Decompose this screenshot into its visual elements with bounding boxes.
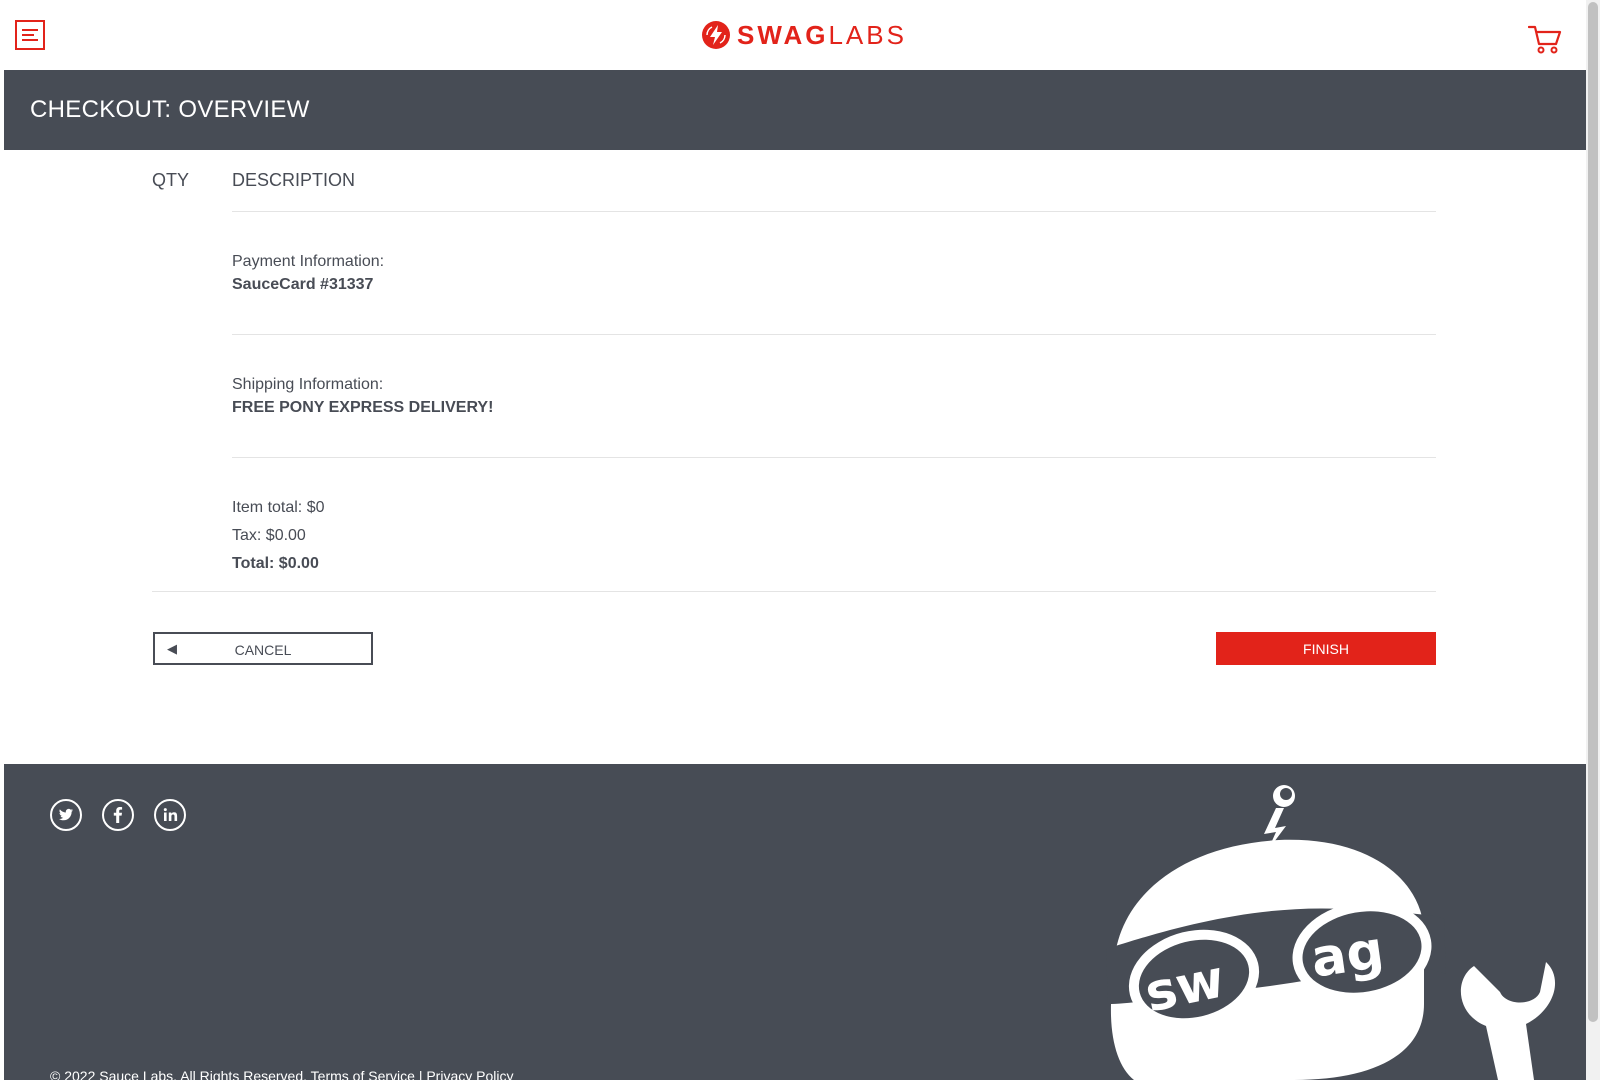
svg-text:ag: ag — [1307, 920, 1387, 989]
linkedin-icon — [163, 808, 178, 821]
payment-info-label: Payment Information: — [232, 253, 385, 270]
facebook-icon — [113, 807, 123, 823]
page-title: CHECKOUT: OVERVIEW — [30, 96, 310, 123]
checkout-actions: ◀ CANCEL FINISH — [152, 592, 1436, 712]
hamburger-menu-icon-line — [22, 34, 34, 36]
summary-totals: Item total: $0 Tax: $0.00 Total: $0.00 — [152, 458, 1436, 592]
tax-total: Tax: $0.00 — [232, 527, 306, 544]
swag-bot-footer-illustration: sw ag — [1106, 785, 1556, 1080]
swag-labs-logo-icon — [702, 21, 730, 49]
hamburger-menu-icon-line — [22, 39, 38, 41]
item-total: Item total: $0 — [232, 499, 325, 516]
shipping-info: Shipping Information: FREE PONY EXPRESS … — [232, 335, 1436, 458]
linkedin-link[interactable] — [154, 799, 186, 831]
finish-button[interactable]: FINISH — [1216, 632, 1436, 665]
qty-column-label: QTY — [152, 170, 190, 190]
shopping-cart-link[interactable] — [1527, 24, 1562, 56]
terms-of-service-link[interactable]: Terms of Service — [311, 1068, 415, 1080]
cancel-button[interactable]: ◀ CANCEL — [153, 632, 373, 665]
logo-text-swag: SWAG — [737, 20, 829, 50]
copyright-text: © 2022 Sauce Labs. All Rights Reserved. — [50, 1068, 308, 1080]
payment-info-value: SauceCard #31337 — [232, 276, 374, 293]
privacy-policy-link[interactable]: Privacy Policy — [426, 1068, 513, 1080]
grand-total: Total: $0.00 — [232, 555, 319, 572]
description-column-label: DESCRIPTION — [232, 170, 356, 190]
twitter-link[interactable] — [50, 799, 82, 831]
cancel-button-label: CANCEL — [234, 642, 292, 658]
logo-text-labs: LABS — [828, 20, 907, 50]
footer-copyright: © 2022 Sauce Labs. All Rights Reserved. … — [50, 1068, 513, 1080]
checkout-summary: QTY DESCRIPTION Payment Information: Sau… — [152, 150, 1436, 712]
shopping-cart-icon — [1527, 25, 1562, 54]
swag-labs-logo: SWAGLABS — [701, 20, 907, 50]
page-scrollbar[interactable] — [1586, 0, 1600, 1080]
payment-info: Payment Information: SauceCard #31337 — [232, 212, 1436, 335]
top-header: SWAGLABS — [4, 0, 1586, 70]
footer: sw ag © 2022 Sauce Labs. All Rights Rese… — [4, 764, 1586, 1080]
finish-button-label: FINISH — [1303, 641, 1349, 657]
twitter-icon — [59, 808, 73, 821]
shipping-info-value: FREE PONY EXPRESS DELIVERY! — [232, 399, 494, 416]
shipping-info-label: Shipping Information: — [232, 376, 384, 393]
page: SWAGLABS CHECKOUT: OVERVIEW QTY DESCRIPT… — [4, 0, 1586, 1080]
cart-list-header: QTY DESCRIPTION — [152, 150, 1436, 212]
footer-separator: | — [418, 1068, 423, 1080]
facebook-link[interactable] — [102, 799, 134, 831]
scrollbar-thumb[interactable] — [1588, 2, 1598, 1022]
secondary-header: CHECKOUT: OVERVIEW — [4, 70, 1586, 150]
menu-button[interactable] — [15, 20, 45, 50]
hamburger-menu-icon — [22, 29, 38, 31]
logo-text: SWAGLABS — [737, 20, 907, 50]
